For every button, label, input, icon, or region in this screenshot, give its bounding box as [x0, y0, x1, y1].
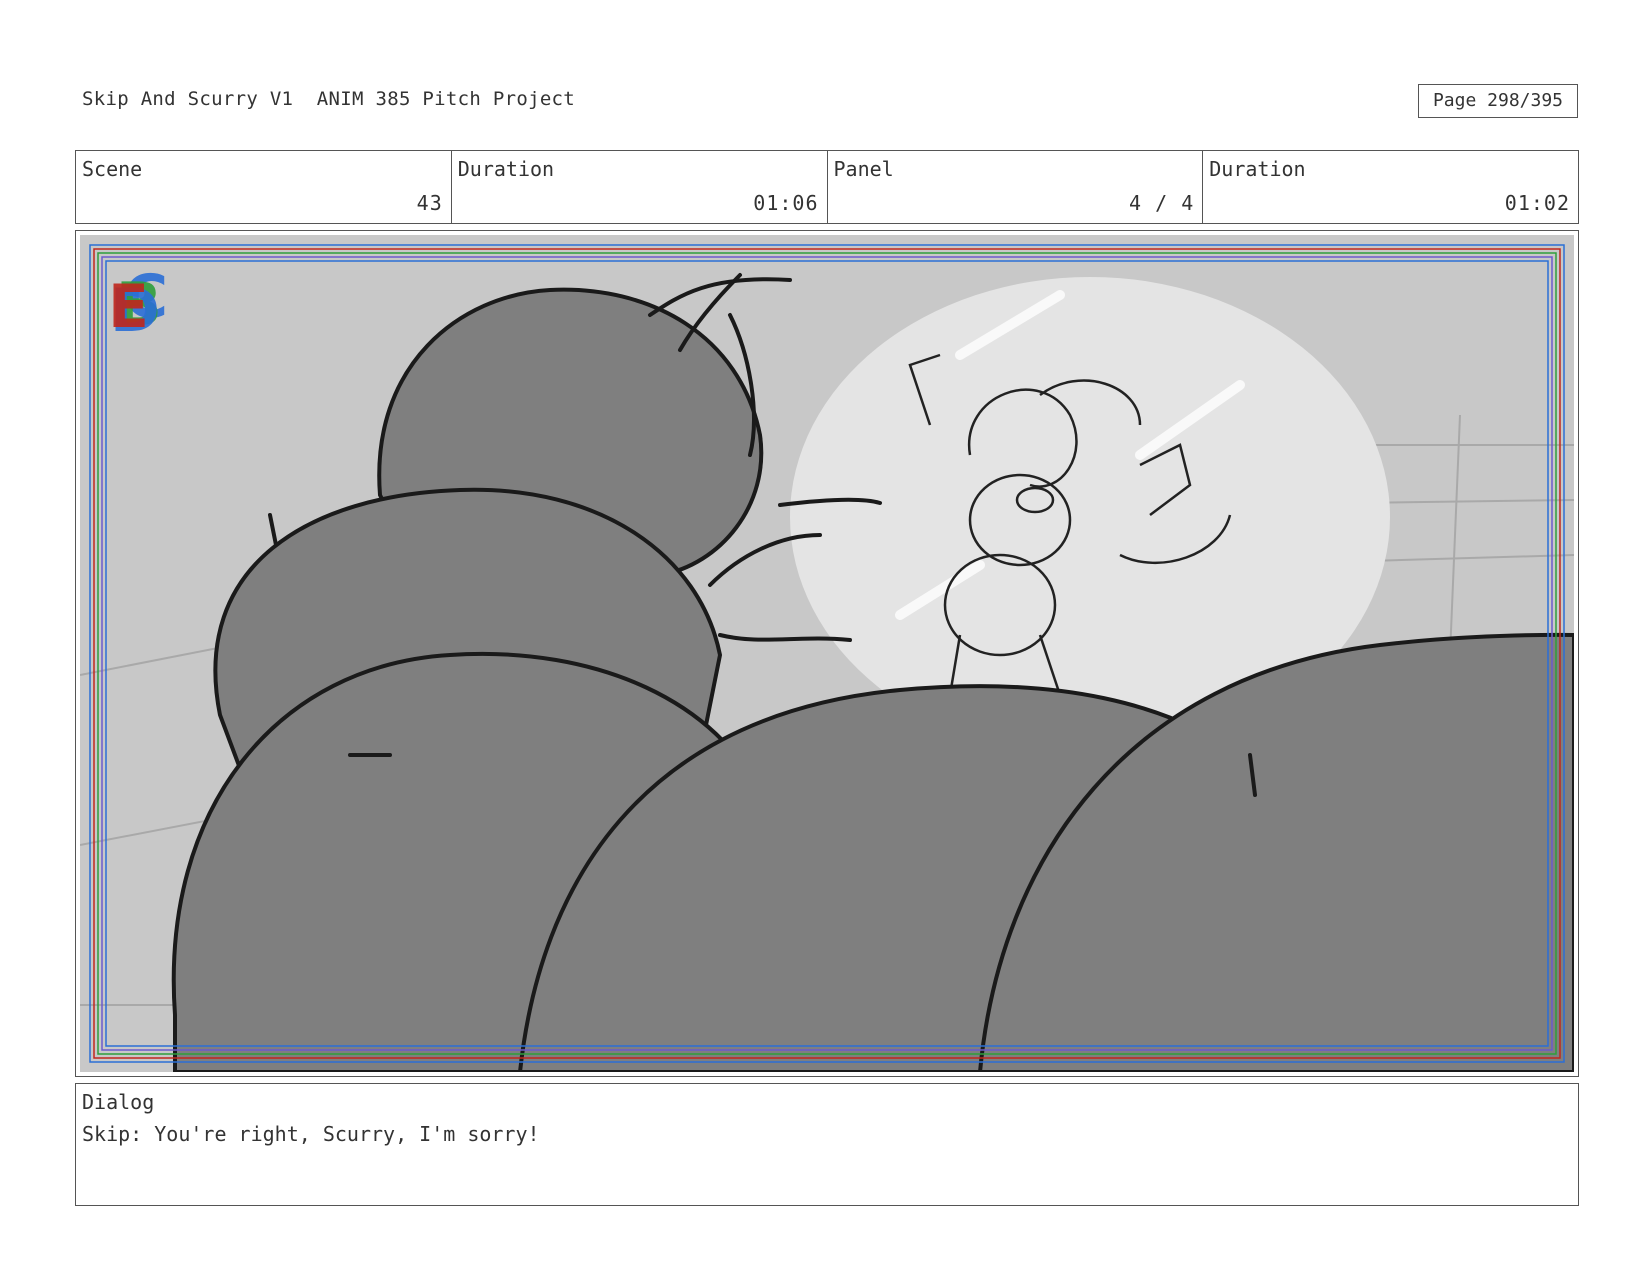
scene-duration-value: 01:06 [753, 191, 819, 215]
panel-duration-label: Duration [1209, 157, 1306, 181]
panel-duration-value: 01:02 [1504, 191, 1570, 215]
scene-label: Scene [82, 157, 143, 181]
panel-duration-cell: Duration 01:02 [1203, 151, 1578, 223]
scene-duration-cell: Duration 01:06 [452, 151, 828, 223]
dialog-label: Dialog [82, 1090, 155, 1114]
scene-duration-label: Duration [457, 157, 555, 181]
svg-text:E: E [108, 272, 149, 342]
scene-value: 43 [416, 191, 443, 215]
scene-info-table: Scene 43 Duration 01:06 Panel 4 / 4 Dura… [75, 150, 1579, 224]
layer-letters-logo: C B D E [108, 262, 168, 346]
scene-cell: Scene 43 [76, 151, 452, 223]
page-number: Page 298/395 [1418, 84, 1578, 118]
document-title: Skip And Scurry V1 ANIM 385 Pitch Projec… [82, 88, 576, 110]
panel-cell: Panel 4 / 4 [828, 151, 1204, 223]
panel-label: Panel [833, 157, 894, 181]
storyboard-sketch-image: C B D E [80, 235, 1574, 1072]
dialog-text: Skip: You're right, Scurry, I'm sorry! [82, 1122, 540, 1146]
dialog-box: Dialog Skip: You're right, Scurry, I'm s… [75, 1083, 1579, 1206]
storyboard-frame: C B D E [75, 230, 1579, 1077]
panel-value: 4 / 4 [1129, 191, 1195, 215]
